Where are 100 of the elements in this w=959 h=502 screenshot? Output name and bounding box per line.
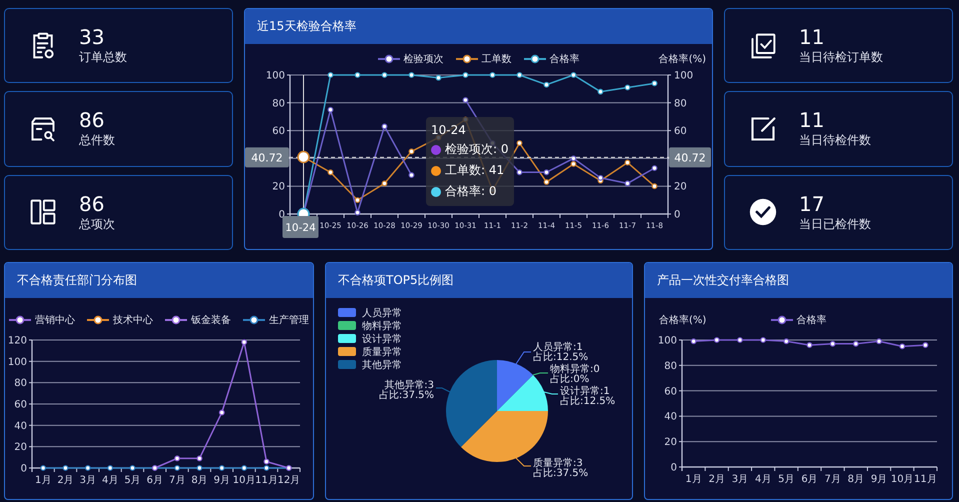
y-axis-label: 0: [20, 464, 27, 474]
data-point: [130, 465, 136, 471]
stat-label: 总件数: [79, 132, 115, 150]
data-point: [852, 340, 859, 347]
x-axis-label: 6月: [146, 475, 164, 486]
data-point: [408, 72, 414, 78]
data-point: [354, 210, 360, 216]
data-point: [737, 337, 743, 343]
axis-pointer-label: 40.72: [669, 147, 711, 168]
check-circle-icon: [749, 198, 777, 226]
stat-value: 86: [79, 192, 106, 216]
stat-value: 17: [799, 192, 826, 216]
y-axis-label: 60: [272, 126, 285, 138]
tooltip-value: 工单数: 41: [445, 162, 504, 179]
legend-label: 物料异常: [362, 321, 402, 332]
slice-label: 质量异常:3: [533, 458, 583, 469]
leader-line: [532, 372, 548, 376]
y-axis-label: 60: [674, 126, 687, 138]
data-point: [84, 465, 91, 471]
stat-label: 总项次: [79, 216, 115, 233]
data-point: [544, 169, 550, 176]
data-point: [40, 465, 46, 471]
y-axis-label: 80: [272, 98, 285, 110]
data-point: [218, 465, 225, 471]
panel-title: 不合格责任部门分布图: [5, 263, 313, 298]
data-point: [516, 72, 522, 78]
data-point: [62, 465, 68, 471]
leader-line: [516, 458, 532, 466]
y-axis-label: 20: [14, 442, 27, 454]
axis-pointer-label: 40.72: [245, 147, 289, 168]
x-axis-label: 2月: [708, 474, 725, 485]
x-axis-label: 1月: [685, 474, 702, 485]
data-point: [196, 465, 202, 471]
tooltip-value: 合格率: 0: [445, 183, 496, 200]
data-point: [354, 197, 360, 203]
edit-icon: [749, 114, 777, 143]
leader-line: [516, 352, 532, 364]
legend-label: 质量异常: [362, 347, 402, 358]
y-axis-label: 60: [664, 386, 677, 398]
panel-title: 近15天检验合格率: [245, 9, 712, 44]
data-point: [354, 72, 360, 78]
data-point: [516, 140, 522, 146]
y-axis-label: 120: [8, 336, 27, 346]
slice-label: 占比:37.5%: [378, 390, 434, 401]
stat-value: 11: [799, 108, 826, 132]
stat-label: 当日已检件数: [799, 216, 871, 233]
slice-label: 占比:37.5%: [533, 468, 588, 479]
legend-label: 技术中心: [113, 314, 153, 327]
data-point: [218, 410, 225, 416]
y-axis-label: 80: [14, 378, 27, 390]
tooltip-value: 检验项次: 0: [445, 141, 508, 158]
x-axis-label: 4月: [102, 475, 118, 486]
panel-title: 产品一次性交付率合格图: [645, 263, 952, 298]
legend-label: 其他异常: [362, 360, 402, 371]
x-axis-label: 9月: [870, 474, 888, 485]
data-point: [652, 183, 658, 190]
y-axis-label: 80: [664, 360, 677, 372]
data-point: [876, 338, 882, 344]
x-axis-label: 7月: [168, 475, 186, 486]
stat-label: 当日待检件数: [799, 132, 871, 150]
slice-label: 设计异常:1: [560, 386, 610, 397]
leader-line: [544, 392, 558, 394]
y-axis-label: 100: [674, 70, 694, 82]
y-axis-label: 60: [14, 400, 27, 410]
data-point: [436, 74, 442, 81]
axis-title: 合格率(%): [658, 314, 706, 327]
stat-value: 33: [79, 25, 106, 50]
y-axis-label: 0: [674, 210, 680, 220]
data-point: [107, 465, 114, 471]
data-point: [490, 72, 496, 78]
x-axis-label: 6月: [801, 474, 818, 485]
data-point: [241, 465, 248, 471]
y-axis-label: 40: [664, 412, 677, 423]
data-point: [382, 72, 388, 78]
stacked-check-icon: [749, 32, 777, 60]
data-point: [328, 106, 334, 113]
data-point: [783, 338, 790, 344]
slice-label: 占比:12.5%: [560, 396, 616, 407]
data-point: [174, 465, 180, 471]
x-axis-label: 8月: [848, 474, 864, 485]
axis-pointer-label: 10-24: [282, 216, 318, 238]
y-axis-label: 100: [266, 70, 285, 82]
x-axis-label: 11月: [255, 475, 278, 486]
ref-line-label: 40.72: [674, 151, 706, 164]
stat-value: 11: [799, 25, 826, 50]
data-point: [652, 80, 658, 86]
data-point: [760, 337, 766, 343]
y-axis-label: 20: [674, 182, 687, 193]
legend-label: 钣金装备: [191, 314, 231, 327]
slice-label: 占比:12.5%: [533, 352, 588, 363]
data-point: [241, 339, 248, 346]
panel-title: 不合格项TOP5比例图: [326, 263, 632, 298]
data-point: [408, 172, 414, 178]
data-point: [297, 150, 310, 164]
x-axis-label: 12月: [277, 475, 300, 486]
legend-label: 检验项次: [404, 52, 444, 66]
x-axis-label: 10月: [232, 475, 256, 486]
y-axis-label: 100: [658, 336, 677, 346]
data-point: [899, 343, 906, 350]
x-axis-label: 8月: [191, 475, 208, 486]
